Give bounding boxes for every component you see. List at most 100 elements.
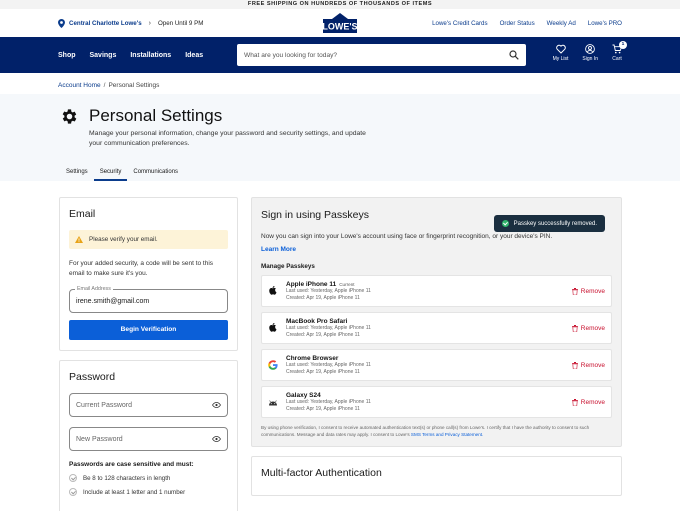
current-device-tag: Current [339,282,355,287]
check-circle-icon [501,220,509,227]
passkey-created: Created: Apr 19, Apple iPhone 11 [286,294,360,301]
cart-button[interactable]: Cart 1 [612,41,627,62]
toast-message: Passkey successfully removed. [513,220,597,227]
trash-icon [571,398,578,406]
apple-icon [269,286,277,295]
sign-in-label: Sign In [582,56,598,62]
breadcrumb-account-home[interactable]: Account Home [58,82,101,89]
page-title: Personal Settings [89,106,223,125]
utility-bar: Central Charlotte Lowe's › Open Until 9 … [0,9,680,37]
eye-icon[interactable] [212,436,221,442]
password-card-title: Password [69,371,116,383]
nav-installations[interactable]: Installations [130,52,171,59]
sms-terms-link[interactable]: SMS Terms and Privacy Statement. [411,432,483,437]
warning-icon [75,236,83,243]
store-name[interactable]: Central Charlotte Lowe's [69,20,142,27]
passkey-created: Created: Apr 19, Apple iPhone 11 [286,368,360,375]
sign-in-button[interactable]: Sign In [582,44,598,62]
passkey-name: Apple iPhone 11 [286,281,337,288]
my-list-button[interactable]: My List [552,44,569,62]
check-circle-icon [69,474,77,482]
sms-consent-text: By using phone verification, I consent t… [261,425,612,438]
credit-cards-link[interactable]: Lowe's Credit Cards [432,20,488,27]
email-explanation: For your added security, a code will be … [69,260,214,277]
passkeys-intro: Now you can sign into your Lowe's accoun… [261,233,553,240]
begin-verification-button[interactable]: Begin Verification [69,320,228,340]
passkey-created: Created: Apr 19, Apple iPhone 11 [286,405,360,412]
current-password-placeholder: Current Password [76,401,133,409]
store-hours: Open Until 9 PM [157,19,204,27]
mfa-title: Multi-factor Authentication [261,467,382,479]
remove-label: Remove [580,361,605,369]
manage-passkeys-label: Manage Passkeys [261,263,315,270]
search-placeholder: What are you looking for today? [244,51,338,59]
email-card-title: Email [69,208,96,220]
check-circle-icon [69,488,77,496]
password-rule-text: Be 8 to 128 characters in length [83,474,171,482]
tab-communications[interactable]: Communications [127,169,184,181]
email-field-label: Email Address [75,286,113,292]
trash-icon [571,324,578,332]
cart-label: Cart [612,56,622,62]
main-content: Email Please verify your email. For your… [0,181,680,511]
nav-ideas[interactable]: Ideas [185,52,203,59]
eye-icon[interactable] [212,402,221,408]
remove-passkey-button[interactable]: Remove [571,287,605,295]
verify-email-warning: Please verify your email. [69,230,228,249]
page-description: Manage your personal information, change… [89,130,366,147]
mfa-card: Multi-factor Authentication [251,456,622,496]
success-toast: Passkey successfully removed. [493,215,605,232]
user-icon [585,44,596,54]
location-pin-icon [58,18,65,28]
google-icon [268,360,278,370]
passkey-name: Galaxy S24 [286,392,321,399]
tab-settings[interactable]: Settings [60,169,94,181]
chevron-right-icon: › [148,19,151,27]
password-rule: Be 8 to 128 characters in length [69,474,228,482]
promo-banner: FREE SHIPPING ON HUNDREDS OF THOUSANDS O… [0,0,680,9]
learn-more-link[interactable]: Learn More [261,246,612,253]
password-rule: Include at least 1 letter and 1 number [69,488,228,496]
settings-tabs: Settings Security Communications [60,169,184,181]
cart-count-badge: 1 [619,41,627,49]
password-card: Password Current Password New Password P… [59,360,238,511]
trash-icon [571,287,578,295]
remove-label: Remove [580,324,605,332]
nav-savings[interactable]: Savings [90,52,117,59]
order-status-link[interactable]: Order Status [500,20,535,27]
svg-text:LOWE'S: LOWE'S [322,22,357,32]
apple-icon [269,323,277,332]
remove-passkey-button[interactable]: Remove [571,398,605,406]
current-password-field[interactable]: Current Password [69,393,228,417]
passkey-name: MacBook Pro Safari [286,318,348,325]
search-icon[interactable] [509,50,519,60]
password-rules-title: Passwords are case sensitive and must: [69,461,194,468]
weekly-ad-link[interactable]: Weekly Ad [547,20,576,27]
utility-links: Lowe's Credit Cards Order Status Weekly … [432,20,622,27]
remove-passkey-button[interactable]: Remove [571,324,605,332]
search-input[interactable]: What are you looking for today? [237,44,526,66]
email-field[interactable]: Email Address irene.smith@gmail.com [69,286,228,313]
breadcrumb: Account Home / Personal Settings [0,73,680,94]
lowes-logo[interactable]: LOWE'S [322,13,358,34]
remove-label: Remove [580,398,605,406]
heart-icon [555,44,566,54]
my-list-label: My List [552,56,569,62]
new-password-field[interactable]: New Password [69,427,228,451]
remove-passkey-button[interactable]: Remove [571,361,605,369]
remove-label: Remove [580,287,605,295]
passkey-row: Apple iPhone 11 Current Last used: Yester… [261,275,612,307]
store-selector[interactable]: Central Charlotte Lowe's › Open Until 9 … [58,18,204,28]
warning-text: Please verify your email. [89,236,158,243]
gear-icon [62,109,77,124]
main-nav: Shop Savings Installations Ideas What ar… [0,37,680,73]
email-field-value[interactable]: irene.smith@gmail.com [76,298,149,305]
passkey-created: Created: Apr 19, Apple iPhone 11 [286,331,360,338]
breadcrumb-separator: / [103,82,106,89]
passkey-row: Galaxy S24 Last used: Yesterday, Apple i… [261,386,612,418]
new-password-placeholder: New Password [76,435,123,443]
passkey-row: MacBook Pro Safari Last used: Yesterday,… [261,312,612,344]
nav-shop[interactable]: Shop [58,52,76,59]
tab-security[interactable]: Security [93,169,128,181]
lowes-pro-link[interactable]: Lowe's PRO [588,20,622,27]
